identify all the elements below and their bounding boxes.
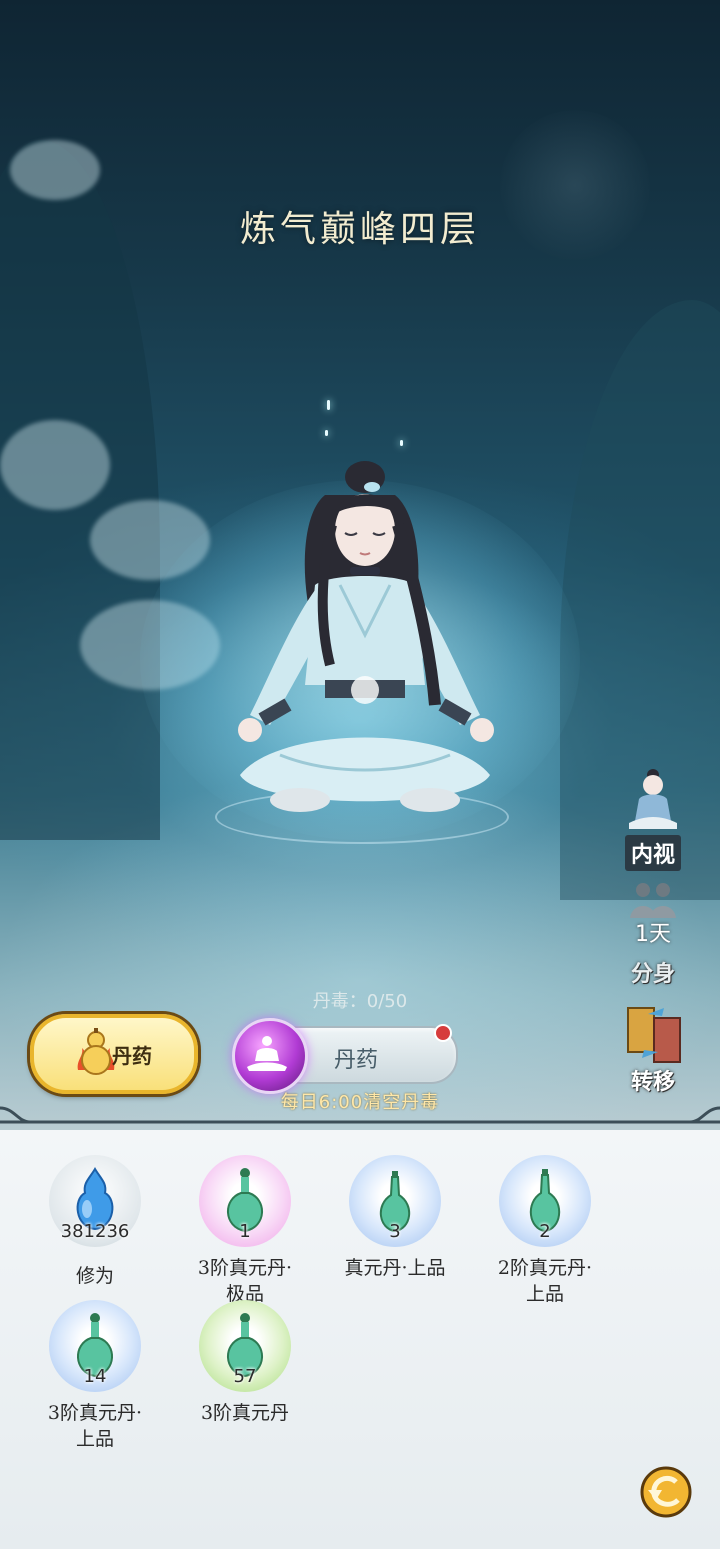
sparkle-3: [325, 430, 328, 436]
item-name: 2阶真元丹· 上品: [497, 1257, 593, 1305]
elixir-button[interactable]: 丹药: [30, 1014, 198, 1094]
sparkle-1: [327, 400, 330, 410]
notification-dot: [434, 1024, 452, 1042]
return-arrow-icon[interactable]: [638, 1464, 694, 1520]
meditation-icon: [247, 1036, 287, 1071]
item-stage3-elixir[interactable]: 57 3阶真元丹: [170, 1300, 320, 1426]
panel-divider: [0, 1106, 720, 1124]
cultivator-figure: [238, 461, 494, 812]
meditate-orb-button[interactable]: [232, 1018, 308, 1094]
clone-avatars-icon: [630, 883, 676, 918]
item-count: 3: [389, 1221, 401, 1242]
item-elixir-superior[interactable]: 3 真元丹·上品: [320, 1155, 470, 1281]
item-stage3-elixir-superior[interactable]: 14 3阶真元丹· 上品: [20, 1300, 170, 1452]
elixir-button-label: 丹药: [112, 1044, 152, 1068]
blossom-tree-top: [10, 140, 100, 200]
sparkle-2: [400, 440, 403, 446]
item-count: 2: [539, 1221, 551, 1242]
elixir-select-label: 丹药: [334, 1048, 379, 1073]
blossom-tree-mid: [0, 420, 110, 510]
item-stage2-elixir-superior[interactable]: 2 2阶真元丹· 上品: [470, 1155, 620, 1307]
transfer-button[interactable]: 转移: [610, 1004, 696, 1098]
clone-label: 分身: [630, 961, 675, 987]
transfer-doors-icon: [627, 1007, 681, 1063]
clone-button[interactable]: 1天 分身: [610, 880, 696, 990]
item-stage3-elixir-supreme[interactable]: 1 3阶真元丹· 极品: [170, 1155, 320, 1307]
fire-gourd-icon: [77, 1028, 115, 1075]
inner-view-button[interactable]: 内视: [610, 765, 696, 871]
item-name: 3阶真元丹· 上品: [47, 1402, 143, 1450]
item-count: 14: [83, 1366, 107, 1387]
item-cultivation[interactable]: 381236 修为: [20, 1155, 170, 1289]
item-name: 3阶真元丹: [200, 1402, 290, 1424]
item-count: 1: [239, 1221, 251, 1242]
meditating-avatar-icon: [629, 769, 677, 829]
item-count: 381236: [60, 1221, 130, 1242]
item-name: 真元丹·上品: [344, 1257, 446, 1279]
item-name: 修为: [75, 1265, 114, 1287]
item-count: 57: [233, 1366, 257, 1387]
inner-view-label: 内视: [624, 835, 681, 871]
pill-poison-counter: 丹毒：0/50: [312, 991, 408, 1012]
clone-timer: 1天: [635, 922, 671, 947]
realm-title: 炼气巅峰四层: [239, 209, 480, 250]
